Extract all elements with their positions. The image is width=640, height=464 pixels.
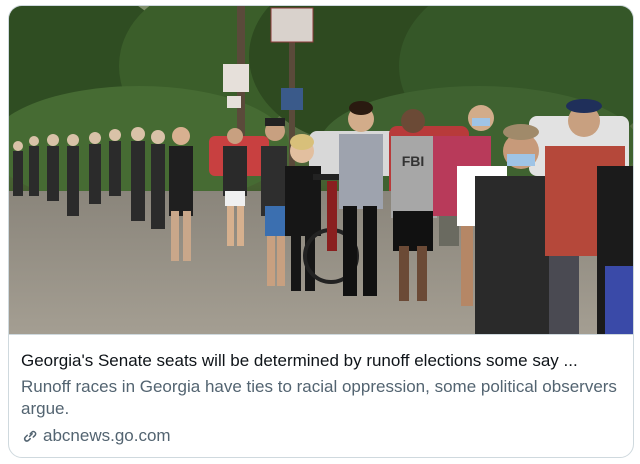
crowd-photo-illustration: FBI	[9, 6, 633, 334]
card-meta[interactable]: Georgia's Senate seats will be determine…	[21, 346, 625, 446]
card-divider	[9, 334, 633, 335]
card-source[interactable]: abcnews.go.com	[21, 426, 625, 446]
card-description: Runoff races in Georgia have ties to rac…	[21, 377, 617, 418]
shirt-text: FBI	[402, 153, 425, 169]
article-photo[interactable]: FBI	[9, 6, 633, 334]
card-title[interactable]: Georgia's Senate seats will be determine…	[21, 350, 625, 372]
link-icon	[23, 430, 37, 442]
link-preview-card[interactable]: FBI Georgia's Senate seats will be deter…	[8, 5, 634, 458]
card-domain[interactable]: abcnews.go.com	[43, 426, 171, 446]
